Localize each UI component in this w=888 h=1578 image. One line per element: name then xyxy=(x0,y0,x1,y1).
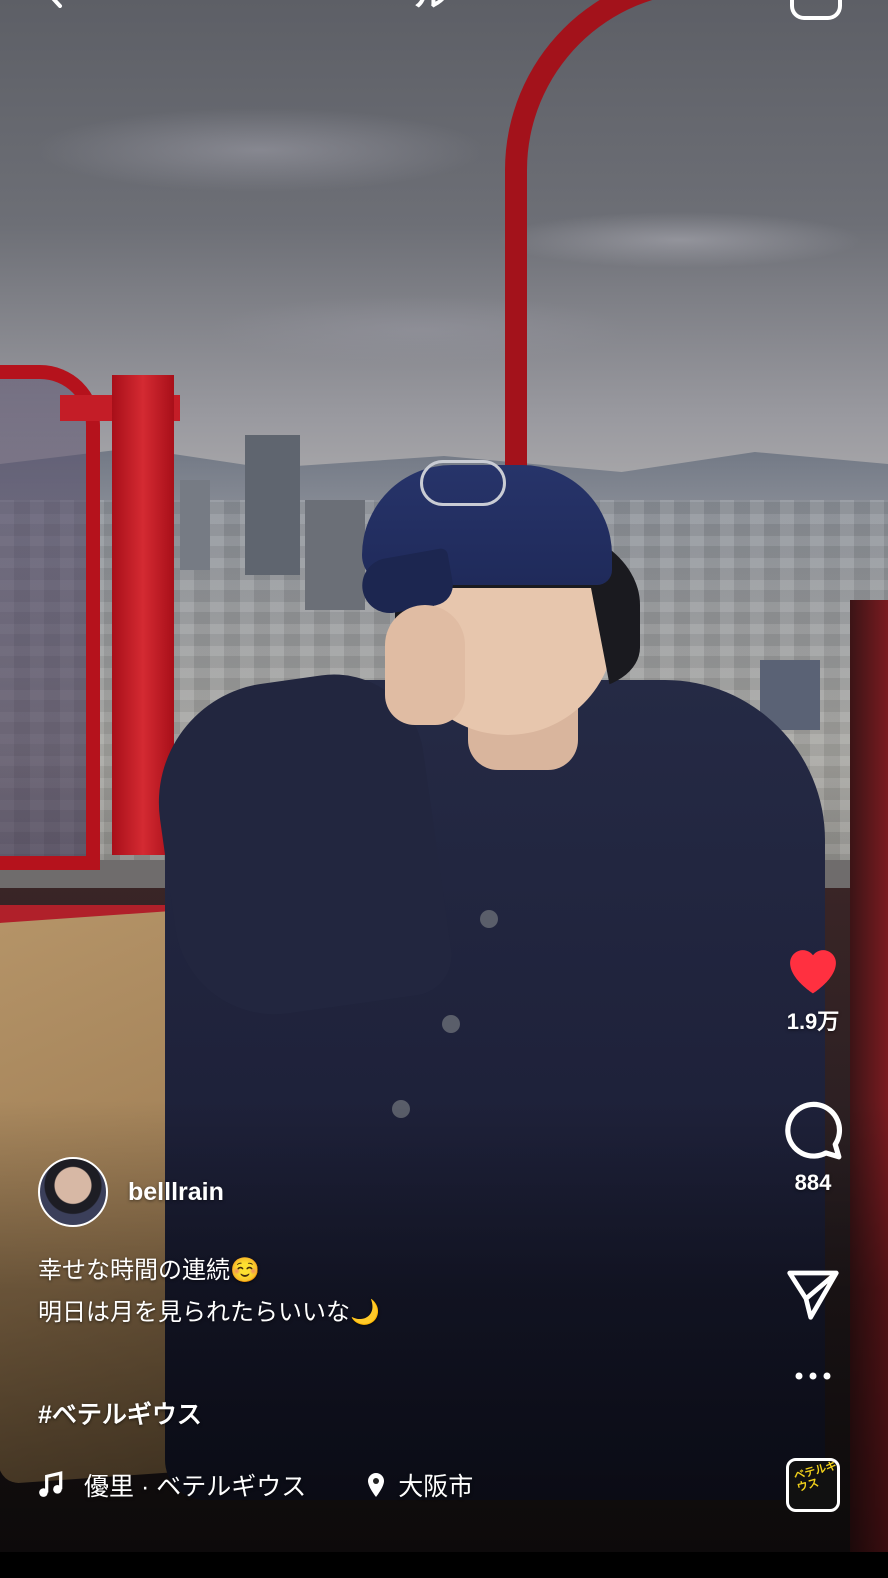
audio-link[interactable]: 優里 · ベテルギウス xyxy=(84,1467,306,1503)
heart-icon[interactable] xyxy=(782,940,844,996)
like-action[interactable]: 1.9万 xyxy=(768,940,858,1036)
audio-cover[interactable]: ベテルギウス xyxy=(786,1458,840,1512)
person-hand xyxy=(385,605,465,725)
comment-count: 884 xyxy=(794,1170,832,1195)
share-action[interactable] xyxy=(768,1268,858,1320)
hashtag-link[interactable]: #ベテルギウス xyxy=(38,1395,202,1431)
username[interactable]: belllrain xyxy=(128,1178,224,1207)
sweater-button xyxy=(480,910,498,928)
building xyxy=(305,500,365,610)
caption-line: 明日は月を見られたらいいな🌙 xyxy=(38,1299,380,1326)
like-count: 1.9万 xyxy=(786,1009,840,1034)
location-link[interactable]: 大阪市 xyxy=(366,1467,473,1503)
meta-row: 優里 · ベテルギウス 大阪市 xyxy=(38,1467,473,1503)
back-icon[interactable] xyxy=(38,0,68,8)
more-action[interactable] xyxy=(768,1370,858,1382)
caption[interactable]: 幸せな時間の連続☺️ 明日は月を見られたらいいな🌙 xyxy=(38,1250,380,1334)
building xyxy=(245,435,300,575)
audio-thumbnail[interactable]: ベテルギウス xyxy=(768,1458,858,1512)
camera-icon[interactable] xyxy=(790,0,842,20)
caption-line: 幸せな時間の連続☺️ xyxy=(38,1257,260,1284)
location-label: 大阪市 xyxy=(398,1473,474,1501)
location-pin-icon xyxy=(368,1473,385,1497)
page-title: ール xyxy=(380,0,520,10)
sweater-button xyxy=(442,1015,460,1033)
bottom-strip xyxy=(0,1552,888,1578)
avatar[interactable] xyxy=(38,1157,108,1227)
audio-cover-text: ベテルギウス xyxy=(792,1459,839,1495)
comment-icon[interactable] xyxy=(782,1100,844,1162)
author-row[interactable]: belllrain xyxy=(38,1157,224,1227)
more-options-icon[interactable] xyxy=(793,1370,833,1382)
reel-screen: ール 1.9万 884 ベテルギウス xyxy=(0,0,888,1578)
send-icon[interactable] xyxy=(785,1268,841,1320)
comment-action[interactable]: 884 xyxy=(768,1100,858,1196)
building xyxy=(180,480,210,570)
music-note-icon xyxy=(39,1471,63,1497)
reel-video[interactable] xyxy=(0,0,888,1578)
glasses xyxy=(420,460,506,506)
gondola-door xyxy=(0,365,100,870)
